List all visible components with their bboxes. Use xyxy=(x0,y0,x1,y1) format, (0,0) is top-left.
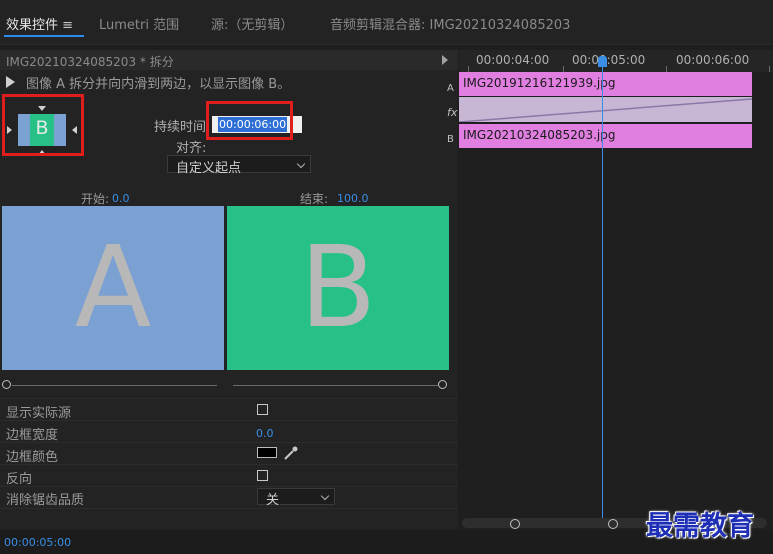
end-value[interactable]: 100.0 xyxy=(337,192,369,205)
preview-b-letter: B xyxy=(299,223,377,353)
tab-lumetri-scopes[interactable]: Lumetri 范围 xyxy=(99,14,179,33)
chevron-down-icon xyxy=(320,491,330,501)
zoom-scroll-handle-right[interactable] xyxy=(608,519,618,529)
track-a-clip-name: IMG20191216121939.jpg xyxy=(463,76,616,90)
track-b-marker: B xyxy=(447,134,454,145)
alignment-dropdown[interactable]: 自定义起点 xyxy=(167,155,311,176)
transition-bar[interactable] xyxy=(459,97,752,122)
alignment-selected-value: 自定义起点 xyxy=(176,161,242,176)
duration-label: 持续时间 xyxy=(154,120,207,135)
thumbnail-highlight-box xyxy=(2,94,84,156)
tab-source[interactable]: 源:（无剪辑） xyxy=(211,14,293,33)
eyedropper-icon[interactable] xyxy=(283,445,299,461)
preview-image-a: A xyxy=(2,206,224,370)
border-width-value[interactable]: 0.0 xyxy=(256,427,274,440)
show-actual-sources-label: 显示实际源 xyxy=(6,406,72,421)
show-timeline-arrow-icon[interactable] xyxy=(442,55,448,65)
row-divider xyxy=(0,486,458,487)
anti-aliasing-label: 消除锯齿品质 xyxy=(6,493,85,508)
playhead-line[interactable] xyxy=(602,62,603,518)
transition-diagonal xyxy=(459,98,752,122)
row-divider xyxy=(0,442,458,443)
end-label: 结束: xyxy=(300,192,329,206)
preview-a-letter: A xyxy=(74,223,152,353)
chevron-down-icon xyxy=(296,159,306,169)
border-color-swatch[interactable] xyxy=(257,447,277,458)
tab-effect-controls[interactable]: 效果控件 ≡ xyxy=(6,14,73,33)
border-color-label: 边框颜色 xyxy=(6,450,59,465)
duration-highlight-box xyxy=(206,101,293,140)
row-divider xyxy=(0,420,458,421)
ruler-label: 00:00:06:00 xyxy=(676,53,750,67)
ruler-label: 00:00:04:00 xyxy=(476,53,550,67)
ruler-tick xyxy=(769,66,770,72)
current-timecode[interactable]: 00:00:05:00 xyxy=(4,536,71,549)
clip-title: IMG20210324085203 * 拆分 xyxy=(6,55,174,69)
playhead-handle[interactable] xyxy=(598,56,607,67)
anti-aliasing-dropdown[interactable]: 关 xyxy=(257,488,335,508)
reverse-label: 反向 xyxy=(6,472,33,487)
reverse-checkbox[interactable] xyxy=(257,470,268,481)
active-tab-indicator xyxy=(4,35,84,37)
row-divider xyxy=(0,464,458,465)
border-width-label: 边框宽度 xyxy=(6,428,59,443)
end-slider-track[interactable] xyxy=(233,385,438,386)
hamburger-icon[interactable]: ≡ xyxy=(62,18,73,33)
fx-icon: fx xyxy=(447,106,458,119)
play-transition-icon[interactable] xyxy=(6,76,15,88)
track-b-clip-name: IMG20210324085203.jpg xyxy=(463,128,616,142)
end-slider-knob[interactable] xyxy=(438,380,447,389)
panel-divider xyxy=(0,44,773,45)
start-value[interactable]: 0.0 xyxy=(112,192,130,205)
anti-aliasing-selected-value: 关 xyxy=(266,493,280,508)
transition-description: 图像 A 拆分并向内滑到两边，以显示图像 B。 xyxy=(26,77,291,92)
start-slider-knob[interactable] xyxy=(2,380,11,389)
row-divider xyxy=(0,398,458,399)
track-a-marker: A xyxy=(447,83,454,94)
track-a-clip[interactable]: IMG20191216121939.jpg xyxy=(459,72,752,96)
watermark-logo: 最需教育 xyxy=(646,511,754,542)
row-divider xyxy=(0,508,458,509)
transition-timeline-panel xyxy=(459,50,773,530)
show-actual-sources-checkbox[interactable] xyxy=(257,404,268,415)
tab-audio-clip-mixer[interactable]: 音频剪辑混合器: IMG20210324085203 xyxy=(330,14,570,33)
zoom-scroll-handle-left[interactable] xyxy=(510,519,520,529)
track-b-clip[interactable]: IMG20210324085203.jpg xyxy=(459,124,752,148)
start-slider-track[interactable] xyxy=(12,385,217,386)
start-label: 开始: xyxy=(81,192,110,206)
alignment-label: 对齐: xyxy=(176,141,207,156)
preview-image-b: B xyxy=(227,206,449,370)
tab-effect-controls-label: 效果控件 xyxy=(6,18,59,33)
ruler-label: 00:00:05:00 xyxy=(572,53,646,67)
